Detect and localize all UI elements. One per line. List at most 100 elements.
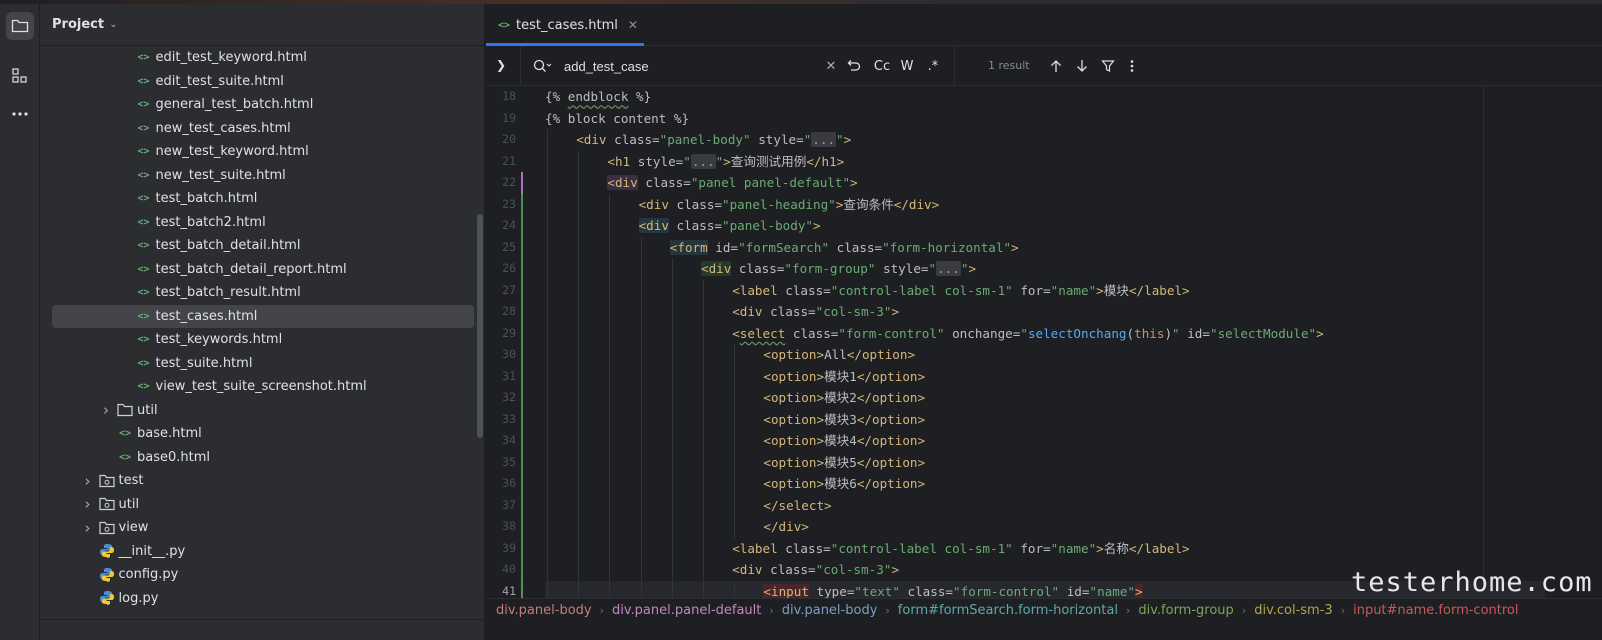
line-number[interactable]: 24 [486, 215, 516, 237]
line-number[interactable]: 33 [486, 409, 516, 431]
code-line[interactable]: <form id="formSearch" class="form-horizo… [669, 237, 1019, 259]
search-icon[interactable] [532, 58, 552, 78]
code-line[interactable]: </div> [763, 516, 809, 538]
line-number[interactable]: 39 [486, 538, 516, 560]
line-number[interactable]: 38 [486, 516, 516, 538]
breadcrumb-item[interactable]: form#formSearch.form-horizontal [898, 603, 1118, 618]
tree-item[interactable]: <> test_suite.html [52, 352, 474, 376]
vcs-change-marker[interactable] [521, 365, 523, 387]
tree-item[interactable]: › util [52, 399, 474, 423]
breadcrumb-item[interactable]: div.form-group [1138, 603, 1233, 618]
tree-item[interactable]: <> new_test_suite.html [52, 164, 474, 188]
code-line[interactable]: {% block content %} [545, 108, 689, 130]
code-line[interactable]: {% endblock %} [545, 86, 651, 108]
breadcrumb-item[interactable]: input#name.form-control [1353, 603, 1518, 618]
code-line[interactable]: <div class="col-sm-3"> [732, 301, 899, 323]
vcs-change-marker[interactable] [521, 451, 523, 473]
tree-item[interactable]: <> edit_test_suite.html [52, 70, 474, 94]
tree-item[interactable]: <> test_batch_result.html [52, 281, 474, 305]
vcs-change-marker[interactable] [521, 408, 523, 430]
breadcrumb-item[interactable]: div.col-sm-3 [1254, 603, 1332, 618]
line-number[interactable]: 25 [486, 237, 516, 259]
vcs-change-marker[interactable] [521, 215, 523, 237]
structure-tool-button[interactable] [6, 62, 34, 90]
line-number-gutter[interactable]: 18 19 20 21 22 23 24 25 26 27 28 29 30 31 32 33 34 35 36 37… [486, 86, 523, 602]
code-line[interactable]: </select> [763, 495, 831, 517]
vcs-change-marker[interactable] [521, 473, 523, 495]
tree-item[interactable]: <> test_batch_detail.html [52, 234, 474, 258]
previous-occurrence-icon[interactable] [1048, 56, 1064, 76]
vcs-change-marker[interactable] [521, 301, 523, 323]
tree-item[interactable]: <> view_test_suite_screenshot.html [52, 375, 474, 399]
tree-item[interactable]: <> test_batch2.html [52, 211, 474, 235]
vcs-change-marker[interactable] [521, 172, 523, 194]
line-number[interactable]: 35 [486, 452, 516, 474]
tree-item[interactable]: <> test_batch_detail_report.html [52, 258, 474, 282]
chevron-right-icon[interactable]: › [81, 472, 95, 490]
tree-item[interactable]: <> edit_test_keyword.html [52, 46, 474, 70]
tree-item[interactable]: config.py [52, 563, 474, 587]
vcs-change-marker[interactable] [521, 279, 523, 301]
code-line[interactable]: <option>模块1</option> [763, 366, 925, 388]
code-line[interactable]: <div class="panel-body"> [638, 215, 821, 237]
vcs-change-marker[interactable] [521, 322, 523, 344]
code-line[interactable]: <select class="form-control" onchange="s… [732, 323, 1324, 345]
chevron-right-icon[interactable]: › [81, 495, 95, 513]
project-tool-button[interactable] [6, 12, 34, 40]
code-line[interactable]: <label class="control-label col-sm-1" fo… [732, 538, 1189, 560]
code-line[interactable]: <div class="col-sm-3"> [732, 559, 899, 581]
code-line[interactable]: <h1 style="...">查询测试用例</h1> [607, 151, 844, 173]
line-number[interactable]: 22 [486, 172, 516, 194]
vcs-change-marker[interactable] [521, 344, 523, 366]
code-content[interactable]: {% endblock %} {% block content %} <div cl… [545, 86, 1545, 598]
line-number[interactable]: 23 [486, 194, 516, 216]
match-case-button[interactable]: Cc [872, 56, 892, 76]
line-number[interactable]: 34 [486, 430, 516, 452]
code-line[interactable]: <div class="form-group" style="..."> [701, 258, 976, 280]
vcs-change-marker[interactable] [521, 494, 523, 516]
code-line[interactable]: <option>模块6</option> [763, 473, 925, 495]
close-icon[interactable]: ✕ [628, 18, 638, 32]
line-number[interactable]: 21 [486, 151, 516, 173]
regex-button[interactable]: .* [923, 56, 943, 76]
tree-item[interactable]: <> new_test_keyword.html [52, 140, 474, 164]
tree-item[interactable]: log.py [52, 587, 474, 611]
whole-word-button[interactable]: W [898, 56, 916, 76]
line-number[interactable]: 32 [486, 387, 516, 409]
line-number[interactable]: 19 [486, 108, 516, 130]
breadcrumb-item[interactable]: div.panel-body [782, 603, 878, 618]
breadcrumb-item[interactable]: div.panel.panel-default [612, 603, 761, 618]
code-line[interactable]: <option>模块3</option> [763, 409, 925, 431]
breadcrumb-item[interactable]: div.panel-body [496, 603, 592, 618]
tree-item[interactable]: __init__.py [52, 540, 474, 564]
vcs-change-marker[interactable] [521, 387, 523, 409]
line-number[interactable]: 18 [486, 86, 516, 108]
chevron-down-icon[interactable]: ⌄ [109, 19, 117, 30]
project-scrollbar[interactable] [477, 214, 483, 438]
vcs-change-marker[interactable] [521, 236, 523, 258]
vcs-change-marker[interactable] [521, 193, 523, 215]
line-number[interactable]: 37 [486, 495, 516, 517]
tree-item[interactable]: <> base0.html [52, 446, 474, 470]
code-line[interactable]: <div class="panel-body" style="..."> [576, 129, 851, 151]
next-occurrence-icon[interactable] [1074, 56, 1090, 76]
code-line[interactable]: <option>模块5</option> [763, 452, 925, 474]
line-number[interactable]: 40 [486, 559, 516, 581]
tree-item[interactable]: <> base.html [52, 422, 474, 446]
tree-item[interactable]: › util [52, 493, 474, 517]
code-line[interactable]: <div class="panel-heading">查询条件</div> [639, 194, 940, 216]
tree-item[interactable]: › test [52, 469, 474, 493]
line-number[interactable]: 31 [486, 366, 516, 388]
project-header[interactable]: Project ⌄ [40, 4, 485, 46]
tree-item[interactable]: <> new_test_cases.html [52, 117, 474, 141]
line-number[interactable]: 28 [486, 301, 516, 323]
line-number[interactable]: 20 [486, 129, 516, 151]
code-line[interactable]: <option>模块4</option> [763, 430, 925, 452]
code-line[interactable]: <div class="panel panel-default"> [607, 172, 858, 194]
history-icon[interactable] [844, 56, 862, 76]
code-line[interactable]: <option>模块2</option> [763, 387, 925, 409]
line-number[interactable]: 26 [486, 258, 516, 280]
expand-replace-icon[interactable]: ❯ [496, 58, 506, 72]
more-vertical-icon[interactable] [1126, 56, 1138, 76]
more-tools-button[interactable] [6, 100, 34, 128]
